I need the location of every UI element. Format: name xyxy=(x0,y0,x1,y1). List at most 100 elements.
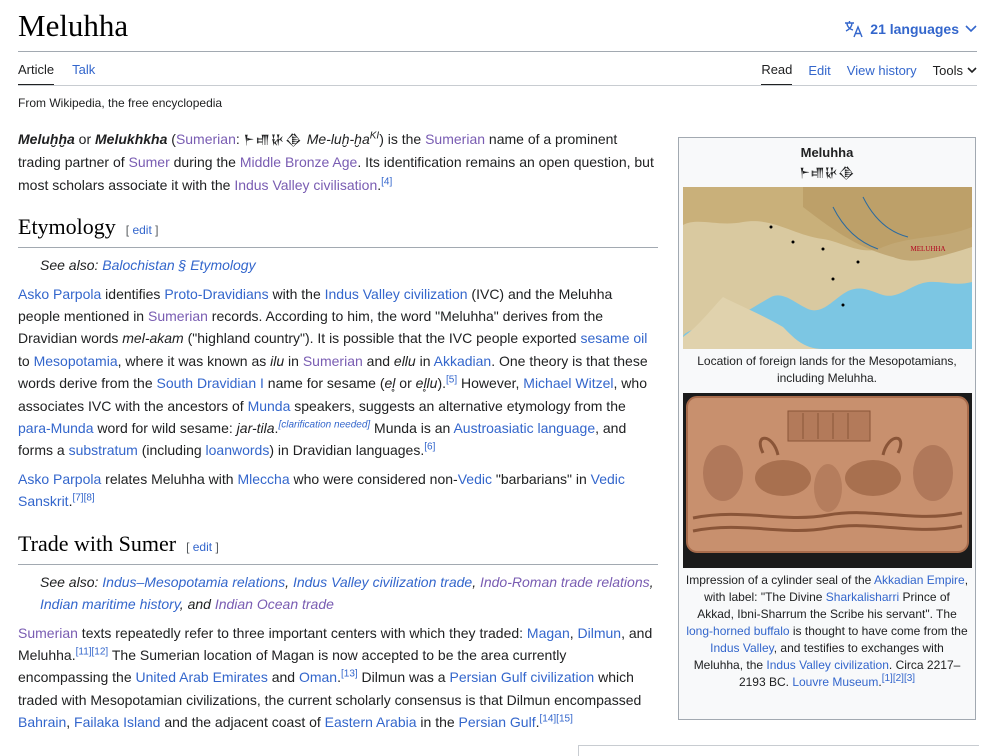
link-indus-valley-civilization[interactable]: Indus Valley civilization xyxy=(766,658,889,672)
link-loanwords[interactable]: loanwords xyxy=(206,442,270,458)
map-image[interactable]: MELUHHA xyxy=(682,187,972,349)
link-balochistan-etymology[interactable]: Balochistan § Etymology xyxy=(102,257,255,273)
link-sumerian[interactable]: Sumerian xyxy=(176,131,236,147)
link-persian-gulf[interactable]: Persian Gulf xyxy=(449,669,526,685)
link-sesame-oil[interactable]: sesame oil xyxy=(580,330,647,346)
text: , where it was known as xyxy=(117,352,271,369)
link-proto-dravidians[interactable]: Proto-Dravidians xyxy=(164,286,268,302)
section-edit: [ edit ] xyxy=(125,223,159,238)
link-indus-valley-civilisation[interactable]: Indus Valley civilisation xyxy=(234,177,377,193)
heading-text: Trade with Sumer xyxy=(18,530,177,556)
text: in the xyxy=(416,714,459,731)
link-bahrain[interactable]: Bahrain xyxy=(18,714,66,730)
seal-image[interactable] xyxy=(682,393,972,568)
text: Munda is an xyxy=(370,420,454,437)
reference-link[interactable]: [7][8] xyxy=(72,493,94,504)
hatnote: See also: Balochistan § Etymology xyxy=(18,254,658,276)
link-indo-roman-trade[interactable]: Indo-Roman trade relations xyxy=(480,574,650,590)
clarification-needed-link[interactable]: [clarification needed] xyxy=(278,419,370,430)
link-eastern-arabia[interactable]: Eastern Arabia xyxy=(325,714,417,730)
reference-link[interactable]: [1][2][3] xyxy=(882,673,915,684)
tab-talk[interactable]: Talk xyxy=(72,62,95,86)
tools-menu[interactable]: Tools xyxy=(933,63,977,85)
languages-button[interactable]: 21 languages xyxy=(844,20,977,38)
term: mel-akam xyxy=(122,330,184,347)
link-michael-witzel[interactable]: Michael Witzel xyxy=(523,375,613,391)
text: and the adjacent coast of xyxy=(160,714,325,731)
text: : xyxy=(235,131,244,147)
link-austroasiatic-language[interactable]: Austroasiatic language xyxy=(453,420,595,436)
text: (including xyxy=(137,442,206,459)
reference-link[interactable]: [11][12] xyxy=(76,646,109,657)
reference-link[interactable]: [14][15] xyxy=(539,713,572,724)
link-indian-ocean-trade[interactable]: Indian Ocean trade xyxy=(215,596,334,612)
text: ). xyxy=(437,375,447,392)
link-civilization[interactable]: civilization xyxy=(530,669,594,685)
text: Dilmun was a xyxy=(357,669,450,686)
link-para-munda[interactable]: para-Munda xyxy=(18,420,94,436)
link-asko-parpola[interactable]: Asko Parpola xyxy=(18,286,101,302)
text: , xyxy=(569,624,578,641)
text: identifies xyxy=(101,285,165,302)
link-magan[interactable]: Magan xyxy=(527,625,570,641)
link-mleccha[interactable]: Mleccha xyxy=(237,471,289,487)
text: speakers, suggests an alternative etymol… xyxy=(290,397,626,414)
link-substratum[interactable]: substratum xyxy=(69,442,138,458)
tab-edit[interactable]: Edit xyxy=(808,63,830,85)
reference-link[interactable]: [5] xyxy=(446,375,457,386)
link-middle-bronze-age[interactable]: Middle Bronze Age xyxy=(240,154,358,170)
link-asko-parpola[interactable]: Asko Parpola xyxy=(18,471,101,487)
text: or xyxy=(74,131,96,147)
reference-link[interactable]: [13] xyxy=(341,669,358,680)
text: texts repeatedly refer to three importan… xyxy=(77,624,527,641)
text: ("highland country"). It is possible tha… xyxy=(183,330,581,347)
link-dilmun[interactable]: Dilmun xyxy=(578,625,622,641)
section-edit: [ edit ] xyxy=(186,539,219,554)
link-ivc-trade[interactable]: Indus Valley civilization trade xyxy=(293,574,472,590)
link-indian-maritime-history[interactable]: Indian maritime history xyxy=(40,596,180,612)
heading-trade-with-sumer: Trade with Sumer [ edit ] xyxy=(18,529,658,565)
translate-icon xyxy=(845,21,863,38)
link-vedic[interactable]: Vedic xyxy=(458,471,492,487)
link-akkadian-empire[interactable]: Akkadian Empire xyxy=(874,573,965,587)
text: ) is the xyxy=(379,131,426,147)
text: name for sesame ( xyxy=(263,375,385,392)
edit-link[interactable]: edit xyxy=(193,540,212,554)
infobox-cuneiform: 𒈨𒈛𒄩𒆠 xyxy=(799,165,855,180)
link-munda[interactable]: Munda xyxy=(248,398,291,414)
link-louvre-museum[interactable]: Louvre Museum xyxy=(792,675,878,689)
hatnote-prefix: See also: xyxy=(40,257,103,274)
edit-link[interactable]: edit xyxy=(132,223,151,237)
tab-article[interactable]: Article xyxy=(18,62,55,86)
title-divider xyxy=(18,51,977,52)
link-indus-mesopotamia-relations[interactable]: Indus–Mesopotamia relations xyxy=(102,574,285,590)
tab-view-history[interactable]: View history xyxy=(847,63,917,85)
link-sumerian[interactable]: Sumerian xyxy=(303,353,363,369)
link-indus-valley[interactable]: Indus Valley xyxy=(710,641,774,655)
link-long-horned-buffalo[interactable]: long-horned buffalo xyxy=(686,624,789,638)
link-indus-valley-civilization[interactable]: Indus Valley civilization xyxy=(325,286,468,302)
term: jar-tila xyxy=(236,420,275,437)
reference-link[interactable]: [4] xyxy=(381,176,392,187)
map-illustration xyxy=(682,187,972,349)
link-sumerian-2[interactable]: Sumerian xyxy=(425,131,485,147)
link-sumerian[interactable]: Sumerian xyxy=(148,308,208,324)
link-failaka-island[interactable]: Failaka Island xyxy=(74,714,160,730)
chevron-down-icon xyxy=(967,67,977,74)
link-sumerian[interactable]: Sumerian xyxy=(18,625,78,641)
link-persian-gulf[interactable]: Persian Gulf xyxy=(459,714,536,730)
link-sumer[interactable]: Sumer xyxy=(129,154,170,170)
reference-link[interactable]: [6] xyxy=(424,442,435,453)
link-sharkalisharri[interactable]: Sharkalisharri xyxy=(826,590,899,604)
link-oman[interactable]: Oman xyxy=(299,669,337,685)
text: or xyxy=(395,375,416,392)
tab-read[interactable]: Read xyxy=(761,62,793,86)
link-akkadian[interactable]: Akkadian xyxy=(434,353,492,369)
link-uae[interactable]: United Arab Emirates xyxy=(136,669,268,685)
text: in xyxy=(415,352,434,369)
transliteration: Me-luḫ-ḫa xyxy=(306,131,370,147)
ki-superscript: KI xyxy=(369,130,380,142)
map-label-meluhha: MELUHHA xyxy=(910,245,946,253)
link-mesopotamia[interactable]: Mesopotamia xyxy=(34,353,118,369)
link-south-dravidian[interactable]: South Dravidian I xyxy=(157,375,264,391)
